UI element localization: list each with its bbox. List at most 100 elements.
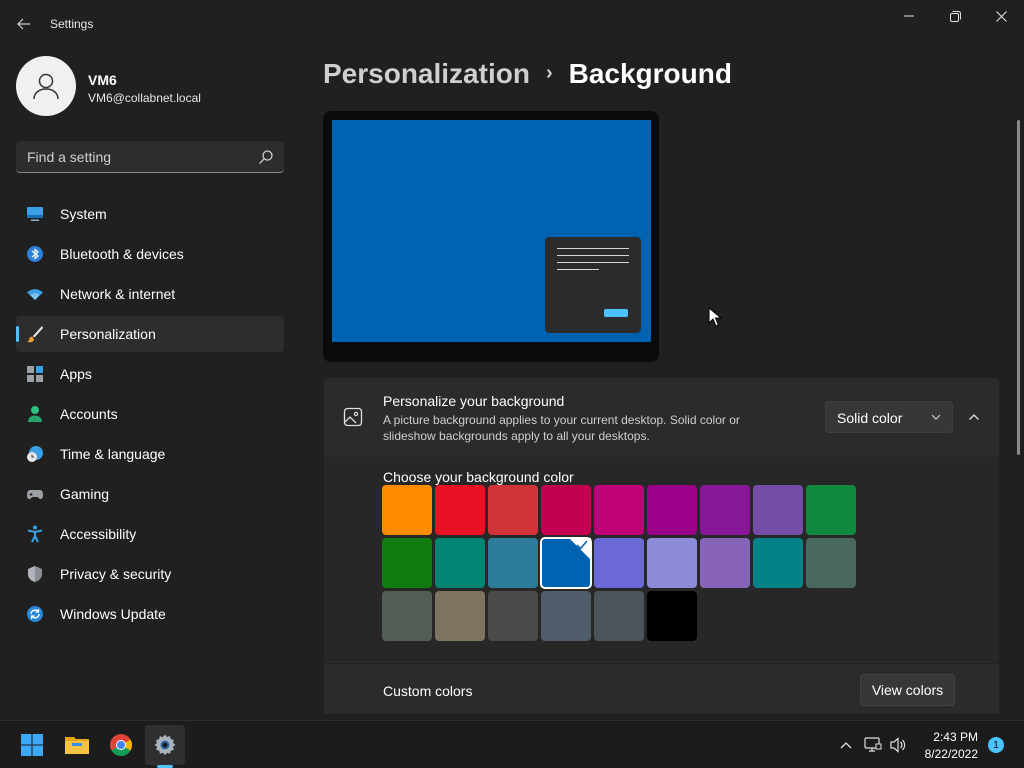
person-icon (28, 406, 42, 422)
breadcrumb-parent[interactable]: Personalization (323, 58, 530, 90)
mouse-cursor-icon (708, 307, 722, 327)
apps-icon (27, 366, 43, 382)
color-swatch[interactable] (382, 591, 432, 641)
preview-button (604, 309, 628, 317)
color-swatch[interactable] (753, 538, 803, 588)
color-swatch[interactable] (540, 537, 592, 589)
windows-start-icon (21, 734, 43, 756)
preview-screen (332, 120, 651, 342)
sidebar-item-windows-update[interactable]: Windows Update (16, 596, 284, 632)
custom-colors-row: Custom colors View colors (324, 664, 999, 714)
chevron-up-icon (840, 742, 852, 749)
app-title: Settings (50, 17, 94, 31)
color-swatch[interactable] (594, 591, 644, 641)
sidebar-item-personalization[interactable]: Personalization (16, 316, 284, 352)
color-swatch[interactable] (488, 591, 538, 641)
chevron-up-icon (969, 414, 979, 420)
color-swatch[interactable] (541, 591, 591, 641)
maximize-icon (949, 10, 961, 22)
color-swatch[interactable] (753, 485, 803, 535)
monitor-icon (27, 207, 43, 221)
sidebar-item-label: Windows Update (60, 606, 166, 622)
clock-time[interactable]: 2:43 PM (932, 730, 978, 744)
network-tray-button[interactable] (863, 735, 883, 755)
color-swatch[interactable] (382, 485, 432, 535)
preview-line (557, 255, 629, 256)
wifi-icon (27, 289, 43, 300)
sidebar-item-label: Network & internet (60, 286, 176, 302)
start-button[interactable] (12, 725, 52, 765)
taskbar-settings[interactable] (145, 725, 185, 765)
sidebar-item-bluetooth[interactable]: Bluetooth & devices (16, 236, 284, 272)
scrollbar[interactable] (1017, 120, 1020, 455)
search-input[interactable] (16, 141, 246, 172)
sidebar-item-apps[interactable]: Apps (16, 356, 284, 392)
background-type-dropdown[interactable]: Solid color (825, 401, 953, 433)
sidebar-item-network[interactable]: Network & internet (16, 276, 284, 312)
sidebar-item-gaming[interactable]: Gaming (16, 476, 284, 512)
sidebar-item-label: Gaming (60, 486, 110, 502)
color-swatch[interactable] (806, 485, 856, 535)
color-swatch[interactable] (435, 538, 485, 588)
desktop-preview (323, 111, 659, 362)
color-swatch[interactable] (700, 485, 750, 535)
background-card-description: A picture background applies to your cur… (383, 413, 740, 443)
color-swatch[interactable] (435, 485, 485, 535)
sidebar-item-system[interactable]: System (16, 196, 284, 232)
custom-colors-label: Custom colors (383, 683, 473, 699)
close-icon (995, 10, 1007, 22)
person-outline-icon (33, 73, 59, 100)
color-swatch[interactable] (647, 538, 697, 588)
page-title: Background (568, 58, 732, 89)
minimize-button[interactable] (886, 0, 932, 32)
back-button[interactable] (12, 10, 36, 38)
sidebar-item-label: Time & language (60, 446, 166, 462)
taskbar-file-explorer[interactable] (57, 725, 97, 765)
color-swatch[interactable] (488, 485, 538, 535)
paintbrush-icon (27, 326, 43, 343)
taskbar-chrome[interactable] (101, 725, 141, 765)
color-swatch[interactable] (435, 591, 485, 641)
background-card-title: Personalize your background (383, 393, 565, 409)
sidebar-item-accessibility[interactable]: Accessibility (16, 516, 284, 552)
color-swatch[interactable] (594, 538, 644, 588)
show-hidden-icons-button[interactable] (836, 735, 856, 755)
update-icon (27, 606, 43, 622)
sidebar-item-label: Bluetooth & devices (60, 246, 184, 262)
sidebar-item-label: System (60, 206, 107, 222)
maximize-button[interactable] (932, 0, 978, 32)
search-box[interactable] (16, 141, 284, 173)
color-swatch[interactable] (382, 538, 432, 588)
background-color-section: Choose your background color (324, 457, 999, 662)
sidebar-item-privacy[interactable]: Privacy & security (16, 556, 284, 592)
minimize-icon (904, 15, 914, 17)
sidebar-item-label: Privacy & security (60, 566, 172, 582)
close-button[interactable] (978, 0, 1024, 32)
color-swatch[interactable] (647, 485, 697, 535)
title-bar: Settings (0, 0, 1024, 48)
color-swatch[interactable] (488, 538, 538, 588)
bluetooth-icon (27, 246, 43, 262)
breadcrumb: Personalization › Background (323, 58, 732, 90)
clock-globe-icon (27, 446, 43, 462)
view-colors-button[interactable]: View colors (860, 674, 955, 706)
chevron-down-icon (931, 414, 941, 420)
sidebar-item-accounts[interactable]: Accounts (16, 396, 284, 432)
color-swatch[interactable] (806, 538, 856, 588)
file-explorer-icon (65, 737, 89, 754)
notification-badge[interactable]: 1 (988, 737, 1004, 753)
sidebar-item-label: Personalization (60, 326, 156, 342)
avatar[interactable] (16, 56, 76, 116)
clock-date[interactable]: 8/22/2022 (918, 747, 978, 761)
volume-icon (890, 737, 906, 753)
gamepad-icon (27, 490, 43, 499)
preview-line (557, 262, 629, 263)
color-swatch[interactable] (647, 591, 697, 641)
color-swatch[interactable] (541, 485, 591, 535)
color-swatch[interactable] (700, 538, 750, 588)
color-swatch[interactable] (594, 485, 644, 535)
search-icon[interactable] (258, 149, 274, 165)
volume-tray-button[interactable] (888, 735, 908, 755)
collapse-button[interactable] (963, 407, 985, 427)
sidebar-item-time-language[interactable]: Time & language (16, 436, 284, 472)
